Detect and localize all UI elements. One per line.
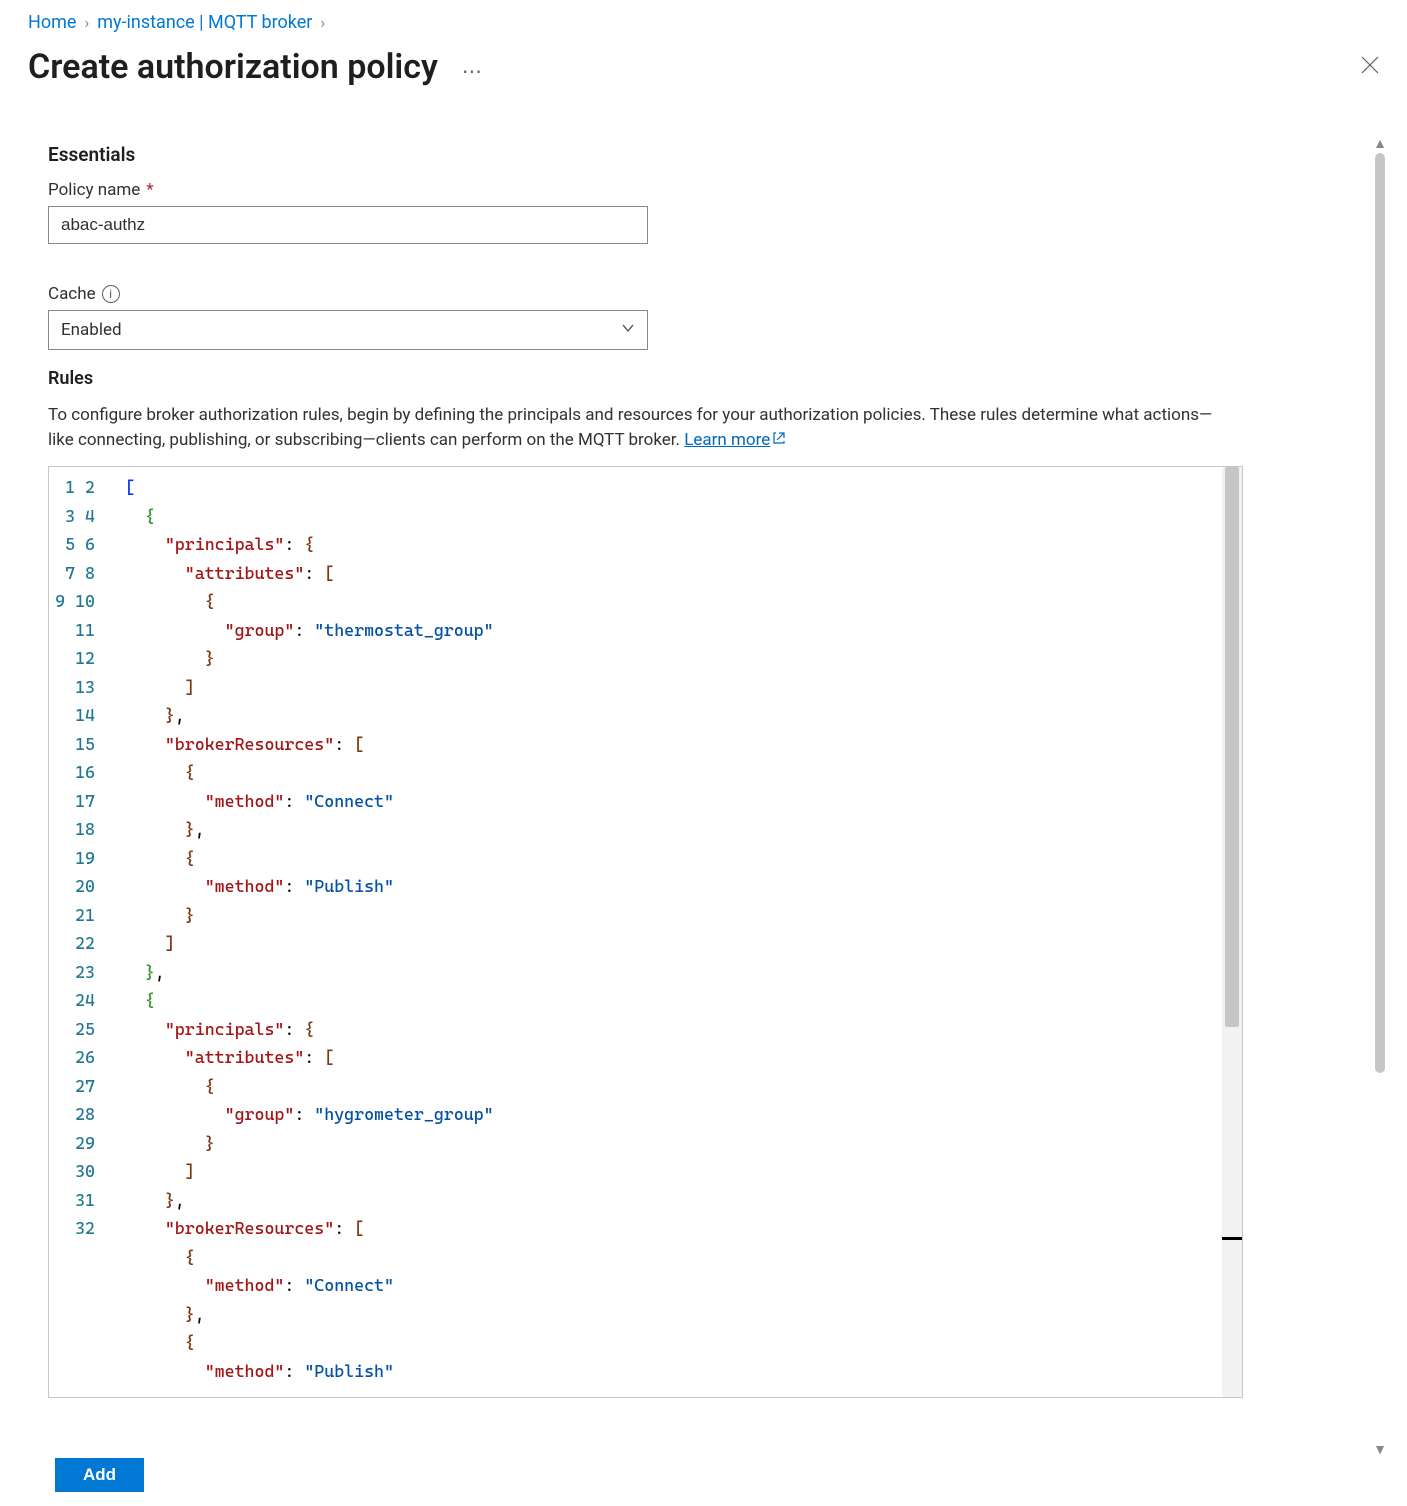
page-title: Create authorization policy — [28, 47, 438, 87]
close-icon — [1361, 56, 1379, 74]
policy-name-label: Policy name * — [48, 180, 1318, 200]
rules-description: To configure broker authorization rules,… — [48, 403, 1228, 452]
add-button[interactable]: Add — [55, 1458, 144, 1492]
scroll-down-icon: ▼ — [1373, 1443, 1387, 1457]
policy-name-input[interactable] — [48, 206, 648, 244]
more-menu-button[interactable]: ⋯ — [462, 59, 484, 83]
cache-label: Cache i — [48, 284, 1318, 304]
close-button[interactable] — [1355, 49, 1385, 86]
chevron-right-icon: › — [320, 13, 325, 32]
info-icon[interactable]: i — [102, 285, 120, 303]
required-indicator: * — [146, 180, 153, 200]
learn-more-link[interactable]: Learn more — [684, 430, 786, 450]
breadcrumb-home[interactable]: Home — [28, 12, 76, 33]
rules-heading: Rules — [48, 368, 1318, 389]
breadcrumb: Home › my-instance | MQTT broker › — [28, 10, 1379, 33]
cache-select[interactable]: Enabled — [48, 310, 648, 350]
chevron-right-icon: › — [84, 13, 89, 32]
page-scrollbar[interactable]: ▲ ▼ — [1371, 137, 1389, 1457]
external-link-icon — [772, 428, 786, 453]
essentials-heading: Essentials — [48, 143, 1318, 166]
breadcrumb-instance[interactable]: my-instance | MQTT broker — [97, 12, 312, 33]
scrollbar-thumb[interactable] — [1375, 153, 1385, 1073]
cache-select-value: Enabled — [61, 320, 122, 340]
editor-scrollbar-thumb[interactable] — [1225, 467, 1239, 1027]
editor-code-area[interactable]: [ { "principals": { "attributes": [ { "g… — [105, 467, 1242, 1397]
rules-json-editor[interactable]: 1 2 3 4 5 6 7 8 9 10 11 12 13 14 15 16 1… — [48, 466, 1243, 1398]
scroll-up-icon: ▲ — [1373, 137, 1387, 151]
editor-scroll-marker — [1222, 1237, 1242, 1240]
editor-line-gutter: 1 2 3 4 5 6 7 8 9 10 11 12 13 14 15 16 1… — [49, 467, 105, 1397]
editor-scrollbar[interactable] — [1222, 467, 1242, 1397]
chevron-down-icon — [621, 320, 635, 340]
